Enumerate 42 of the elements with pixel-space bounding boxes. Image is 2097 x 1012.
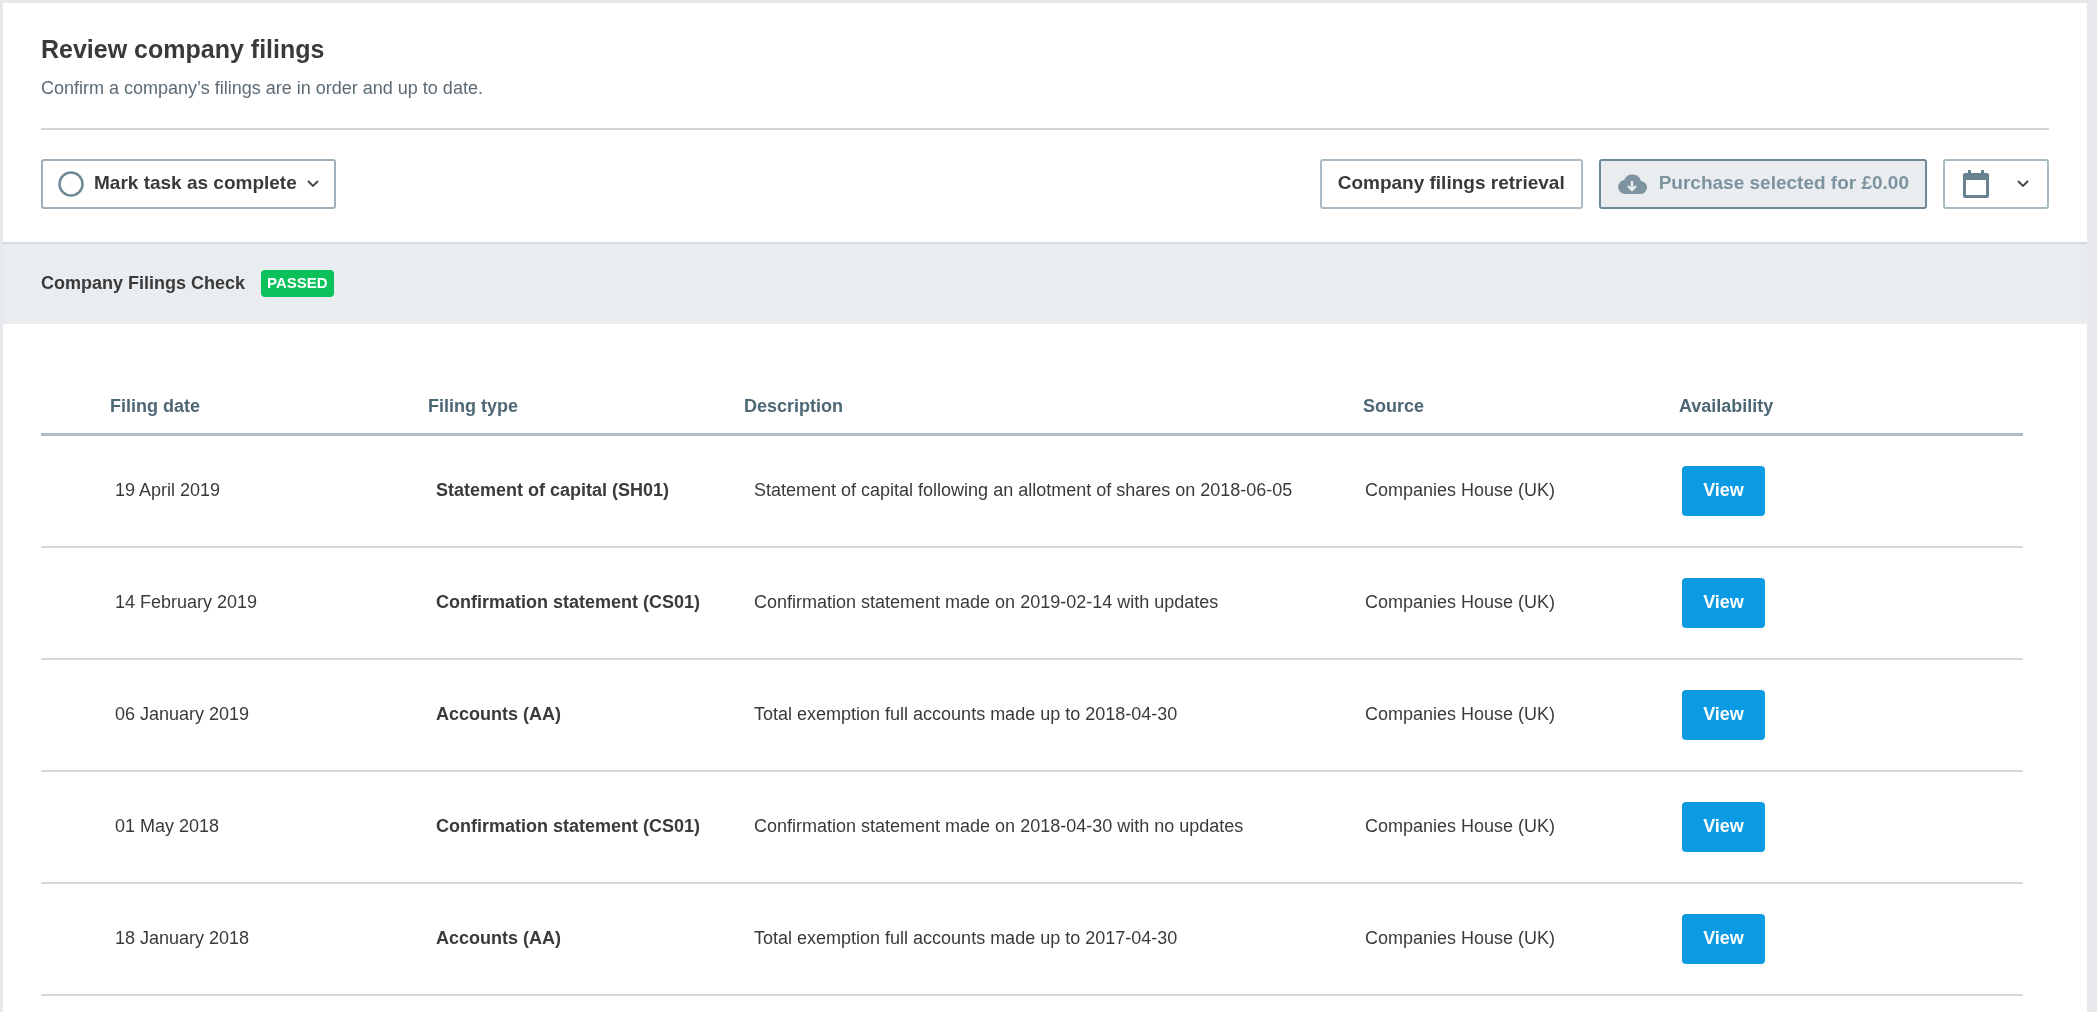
page-subtitle: Confirm a company’s filings are in order and up to date. [41, 76, 484, 100]
table-cell: Accounts (AA) [436, 928, 561, 948]
table-cell: Companies House (UK) [1365, 704, 1556, 724]
status-badge: PASSED [261, 270, 334, 297]
table-cell: Accounts (AA) [436, 704, 561, 724]
column-header: Filing type [428, 395, 518, 416]
column-header: Filing date [110, 395, 200, 416]
retrieval-button[interactable]: Company filings retrieval [1319, 158, 1583, 209]
table-cell: Companies House (UK) [1365, 928, 1556, 948]
table-cell: Companies House (UK) [1365, 480, 1556, 500]
table-cell: Total exemption full accounts made up to 2017-04-30 [754, 928, 1178, 948]
page-title: Review company filings [41, 34, 326, 65]
table-cell: Companies House (UK) [1365, 816, 1556, 836]
table-cell: 06 January 2019 [115, 704, 250, 724]
mark-complete-dropdown[interactable]: Mark task as complete [41, 158, 336, 209]
view-button[interactable]: View [1682, 689, 1765, 740]
column-header: Availability [1679, 395, 1774, 416]
table-cell: 01 May 2018 [115, 816, 220, 836]
table-cell: Confirmation statement made on 2018-04-30 with no updates [754, 816, 1244, 836]
date-picker-button[interactable] [1943, 158, 2049, 209]
table-cell: 19 April 2019 [115, 480, 221, 500]
table-cell: 18 January 2018 [115, 928, 250, 948]
check-title: Company Filings Check [41, 272, 246, 295]
view-button[interactable]: View [1682, 913, 1765, 964]
view-button[interactable]: View [1682, 577, 1765, 628]
column-header: Source [1363, 395, 1425, 416]
table-cell: Companies House (UK) [1365, 592, 1556, 612]
circle-icon [58, 170, 84, 197]
calendar-icon [1963, 169, 1989, 198]
view-button[interactable]: View [1682, 801, 1765, 852]
cloud-download-icon [1616, 172, 1647, 195]
table-cell: Statement of capital (SH01) [436, 480, 670, 500]
chevron-down-icon [306, 179, 319, 188]
table-cell: Confirmation statement made on 2019-02-14 with updates [754, 592, 1219, 612]
table-cell: 14 February 2019 [115, 592, 258, 612]
table-cell: Total exemption full accounts made up to 2018-04-30 [754, 704, 1178, 724]
table-cell: Confirmation statement (CS01) [436, 592, 701, 612]
view-button[interactable]: View [1682, 465, 1765, 516]
chevron-down-icon [2017, 179, 2029, 188]
table-cell: Statement of capital following an allotment of shares on 2018-06-05 [754, 480, 1293, 500]
column-header: Description [744, 395, 844, 416]
table-cell: Confirmation statement (CS01) [436, 816, 701, 836]
